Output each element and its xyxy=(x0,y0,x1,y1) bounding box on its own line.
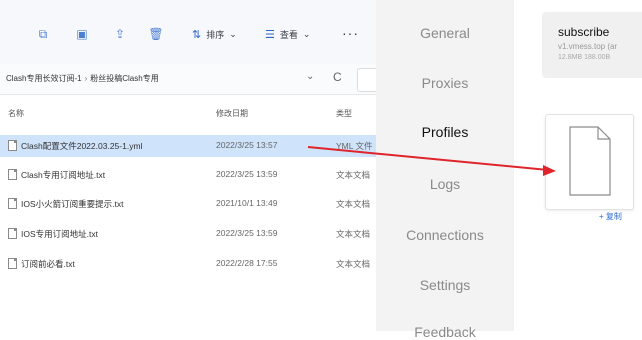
column-header-type[interactable]: 类型 xyxy=(336,108,352,119)
chevron-down-icon: ⌄ xyxy=(229,28,237,39)
profile-meta: 12.8MB 188.00B xyxy=(558,54,611,61)
more-options-button[interactable]: ··· xyxy=(342,25,359,41)
file-icon xyxy=(8,140,17,151)
breadcrumb-segment[interactable]: 粉丝投稿Clash专用 xyxy=(90,74,158,83)
paste-icon[interactable]: ▣ xyxy=(74,26,90,42)
share-icon[interactable]: ⇪ xyxy=(112,26,128,42)
file-name: IOS小火箭订阅重要提示.txt xyxy=(21,199,124,209)
column-header-date[interactable]: 修改日期 xyxy=(216,108,248,119)
file-type: 文本文档 xyxy=(336,199,371,209)
column-headers: 名称 修改日期 类型 xyxy=(0,104,376,122)
file-name: 订阅前必看.txt xyxy=(21,259,75,269)
file-type: 文本文档 xyxy=(336,229,371,239)
file-date: 2022/3/25 13:57 xyxy=(216,140,278,150)
sort-label: 排序 xyxy=(206,29,225,40)
view-button[interactable]: ☰ 查看 ⌄ xyxy=(265,24,310,44)
file-icon xyxy=(8,169,17,180)
delete-icon[interactable]: 🗑 xyxy=(148,26,164,42)
explorer-toolbar: ⧉ ▣ ⇪ 🗑 ⇅ 排序 ⌄ ☰ 查看 ⌄ ··· xyxy=(0,0,376,65)
column-header-name[interactable]: 名称 xyxy=(8,108,24,119)
file-row[interactable]: Clash专用订阅地址.txt 2022/3/25 13:59 文本文档 xyxy=(0,164,376,186)
file-row[interactable]: 订阅前必看.txt 2022/2/28 17:55 文本文档 xyxy=(0,253,376,275)
profile-url: v1.vmess.top (ar xyxy=(558,42,618,51)
view-label: 查看 xyxy=(279,29,298,40)
view-icon: ☰ xyxy=(265,28,275,41)
nav-item-settings[interactable]: Settings xyxy=(376,277,514,293)
nav-item-general[interactable]: General xyxy=(376,25,514,41)
nav-item-profiles[interactable]: Profiles xyxy=(376,124,514,140)
file-name: Clash配置文件2022.03.25-1.yml xyxy=(21,141,143,151)
nav-item-proxies[interactable]: Proxies xyxy=(376,75,514,91)
copy-icon[interactable]: ⧉ xyxy=(35,26,51,42)
file-icon xyxy=(8,258,17,269)
file-date: 2022/3/25 13:59 xyxy=(216,169,278,179)
profile-card[interactable]: subscribe v1.vmess.top (ar 12.8MB 188.00… xyxy=(542,12,642,78)
blank-file-icon xyxy=(569,126,611,196)
file-type: 文本文档 xyxy=(336,259,371,269)
file-type: 文本文档 xyxy=(336,170,371,180)
file-icon xyxy=(8,228,17,239)
breadcrumb: Clash专用长效订阅-1 › 粉丝投稿Clash专用 xyxy=(6,73,159,84)
file-name: IOS专用订阅地址.txt xyxy=(21,229,98,239)
profile-drop-zone[interactable] xyxy=(545,114,634,210)
nav-item-feedback[interactable]: Feedback xyxy=(376,324,514,340)
address-history-chevron-icon[interactable]: ⌄ xyxy=(306,71,314,82)
clash-sidebar: General Proxies Profiles Logs Connection… xyxy=(376,0,514,340)
nav-item-logs[interactable]: Logs xyxy=(376,176,514,192)
file-row[interactable]: IOS小火箭订阅重要提示.txt 2021/10/1 13:49 文本文档 xyxy=(0,193,376,215)
chevron-down-icon: ⌄ xyxy=(302,28,311,39)
file-date: 2022/2/28 17:55 xyxy=(216,258,278,268)
address-bar[interactable]: Clash专用长效订阅-1 › 粉丝投稿Clash专用 ⌄ C xyxy=(0,64,377,95)
nav-item-connections[interactable]: Connections xyxy=(376,227,514,243)
search-input[interactable] xyxy=(357,68,377,92)
file-explorer: ⧉ ▣ ⇪ 🗑 ⇅ 排序 ⌄ ☰ 查看 ⌄ ··· Clash专用长效订阅-1 ›… xyxy=(0,0,377,331)
breadcrumb-separator: › xyxy=(84,74,88,83)
refresh-icon[interactable]: C xyxy=(333,70,342,84)
sort-button[interactable]: ⇅ 排序 ⌄ xyxy=(192,24,237,44)
file-date: 2021/10/1 13:49 xyxy=(216,198,278,208)
file-row[interactable]: Clash配置文件2022.03.25-1.yml 2022/3/25 13:5… xyxy=(0,135,376,157)
profiles-panel: subscribe v1.vmess.top (ar 12.8MB 188.00… xyxy=(514,0,642,331)
breadcrumb-segment[interactable]: Clash专用长效订阅-1 xyxy=(6,74,82,83)
file-date: 2022/3/25 13:59 xyxy=(216,228,278,238)
copy-profile-button[interactable]: + 复制 xyxy=(599,211,622,222)
file-name: Clash专用订阅地址.txt xyxy=(21,170,106,180)
file-icon xyxy=(8,198,17,209)
file-type: YML 文件 xyxy=(336,141,373,151)
file-row[interactable]: IOS专用订阅地址.txt 2022/3/25 13:59 文本文档 xyxy=(0,223,376,245)
profile-name: subscribe xyxy=(558,25,610,39)
sort-icon: ⇅ xyxy=(192,28,202,41)
